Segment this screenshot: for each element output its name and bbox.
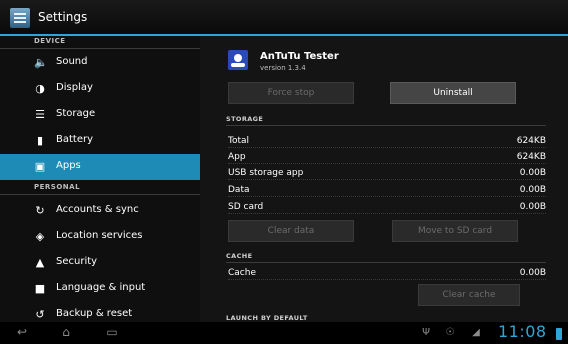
location-icon: ◈ [35, 230, 45, 243]
app-info-pane: AnTuTu Tester version 1.3.4 Force stop U… [200, 36, 568, 322]
sidebar-item-label: Backup & reset [56, 308, 133, 319]
sidebar-item-display[interactable]: ◑ Display [0, 76, 200, 102]
debug-icon: ☉ [445, 327, 455, 338]
section-header-personal: PERSONAL [0, 182, 200, 195]
storage-label: App [228, 152, 246, 162]
app-name: AnTuTu Tester [260, 51, 339, 62]
app-version: version 1.3.4 [260, 64, 306, 72]
force-stop-button[interactable]: Force stop [228, 82, 354, 104]
section-header-device: DEVICE [0, 36, 200, 49]
cache-header: CACHE [226, 251, 546, 263]
battery-icon: ▮ [36, 134, 44, 147]
storage-icon: ☰ [35, 108, 45, 121]
recent-apps-icon[interactable]: ▭ [104, 325, 120, 339]
sidebar-item-label: Security [56, 256, 98, 267]
action-bar: Settings [0, 0, 568, 36]
cache-label: Cache [228, 268, 256, 278]
backup-icon: ↺ [35, 308, 45, 321]
launch-by-default-header: LAUNCH BY DEFAULT [226, 314, 308, 322]
clock: 11:08 [498, 322, 547, 341]
storage-header: STORAGE [226, 114, 546, 126]
cache-value: 0.00B [519, 268, 546, 278]
keyboard-icon: ■ [34, 282, 46, 295]
signal-icon: ◢ [472, 327, 480, 338]
battery-status-icon [556, 328, 562, 340]
sidebar-item-security[interactable]: ▲ Security [0, 250, 200, 276]
storage-label: USB storage app [228, 168, 304, 178]
sidebar-item-accounts-sync[interactable]: ↻ Accounts & sync [0, 198, 200, 224]
storage-label: Data [228, 185, 250, 195]
antutu-icon [228, 50, 248, 70]
sidebar-item-label: Accounts & sync [56, 204, 139, 215]
sidebar-item-apps[interactable]: ▣ Apps [0, 154, 200, 180]
sidebar-item-label: Storage [56, 108, 96, 119]
lock-icon: ▲ [35, 256, 45, 269]
storage-label: SD card [228, 202, 264, 212]
speaker-icon: 🔈 [34, 56, 48, 69]
screen: Settings DEVICE 🔈 Sound ◑ Display ☰ Stor… [0, 0, 568, 344]
brightness-icon: ◑ [35, 82, 45, 95]
sync-icon: ↻ [35, 204, 45, 217]
sidebar-item-storage[interactable]: ☰ Storage [0, 102, 200, 128]
sidebar-item-battery[interactable]: ▮ Battery [0, 128, 200, 154]
sidebar-item-label: Language & input [56, 282, 146, 293]
page-title: Settings [38, 10, 88, 24]
usb-icon: Ψ [422, 327, 430, 338]
storage-value: 624KB [516, 136, 546, 146]
move-to-sd-button[interactable]: Move to SD card [392, 220, 518, 242]
sidebar-item-label: Location services [56, 230, 143, 241]
sidebar-item-label: Battery [56, 134, 94, 145]
system-bar: ↩ ⌂ ▭ Ψ ☉ ◢ 11:08 [0, 322, 568, 344]
storage-row-data: Data 0.00B [228, 185, 546, 199]
sidebar-item-backup-reset[interactable]: ↺ Backup & reset [0, 302, 200, 322]
storage-row-sdcard: SD card 0.00B [228, 202, 546, 216]
storage-value: 0.00B [519, 202, 546, 212]
storage-row-app: App 624KB [228, 152, 546, 166]
sidebar-item-location-services[interactable]: ◈ Location services [0, 224, 200, 250]
clear-cache-button[interactable]: Clear cache [418, 284, 520, 306]
sidebar-item-label: Display [56, 82, 93, 93]
apps-icon: ▣ [34, 160, 46, 173]
clear-data-button[interactable]: Clear data [228, 220, 354, 242]
sidebar-item-language-input[interactable]: ■ Language & input [0, 276, 200, 302]
storage-row-usb: USB storage app 0.00B [228, 168, 546, 182]
storage-value: 624KB [516, 152, 546, 162]
back-icon[interactable]: ↩ [14, 325, 30, 339]
sidebar-item-label: Sound [56, 56, 88, 67]
home-icon[interactable]: ⌂ [58, 325, 74, 339]
uninstall-button[interactable]: Uninstall [390, 82, 516, 104]
sidebar-item-label: Apps [56, 160, 81, 171]
storage-value: 0.00B [519, 168, 546, 178]
cache-row: Cache 0.00B [228, 268, 546, 282]
settings-list: DEVICE 🔈 Sound ◑ Display ☰ Storage ▮ Bat… [0, 36, 200, 322]
storage-label: Total [228, 136, 250, 146]
storage-value: 0.00B [519, 185, 546, 195]
storage-row-total: Total 624KB [228, 136, 546, 150]
sidebar-item-sound[interactable]: 🔈 Sound [0, 50, 200, 76]
settings-icon[interactable] [10, 8, 30, 28]
